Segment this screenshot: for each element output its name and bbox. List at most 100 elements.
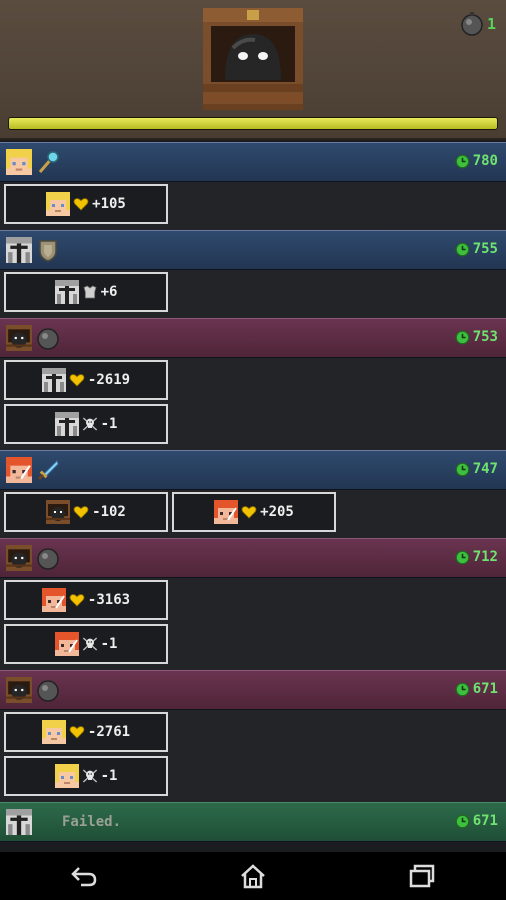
enemy-header: 1 (0, 0, 506, 140)
effect-box[interactable]: +105 (4, 184, 168, 224)
clock-icon (455, 330, 470, 345)
clock-icon (455, 242, 470, 257)
redhead-hero-icon (214, 500, 239, 524)
score-value: 712 (472, 549, 498, 565)
bomb-icon (36, 546, 60, 570)
turn-row-hero[interactable]: 780 (0, 142, 506, 182)
clock-icon (455, 814, 470, 829)
clock-icon (455, 154, 470, 169)
turn-row-hero[interactable]: 747 (0, 450, 506, 490)
turn-score: 712 (455, 549, 498, 565)
effect-strip: +6 (0, 270, 506, 318)
bomb-count: 1 (486, 15, 496, 33)
bomb-icon (36, 326, 60, 350)
knight-icon (54, 412, 79, 436)
blonde-hero-icon (54, 764, 79, 788)
turn-actor (6, 457, 60, 483)
turn-row-fail[interactable]: Failed. 671 (0, 802, 506, 842)
effect-box[interactable]: -1 (4, 624, 168, 664)
back-button[interactable] (64, 860, 104, 892)
effect-box[interactable]: -1 (4, 756, 168, 796)
effect-box[interactable]: -102 (4, 492, 168, 532)
knight-icon (41, 368, 66, 392)
effect-value: -102 (92, 504, 126, 520)
turn-actor (6, 325, 60, 351)
effect-value: -1 (100, 636, 118, 652)
effect-value: +6 (100, 284, 118, 300)
redhead-hero-icon (41, 588, 66, 612)
effect-box[interactable]: +205 (172, 492, 336, 532)
score-value: 755 (472, 241, 498, 257)
effect-box[interactable]: -1 (4, 404, 168, 444)
knight-icon (6, 809, 32, 835)
knight-icon (54, 280, 79, 304)
home-icon (241, 864, 265, 889)
back-icon (71, 867, 97, 887)
score-value: 671 (472, 813, 498, 829)
system-nav-bar (0, 852, 506, 900)
score-value: 780 (472, 153, 498, 169)
turn-actor (6, 149, 60, 175)
effect-value: +205 (260, 504, 294, 520)
turn-score: 747 (455, 461, 498, 477)
bomb-icon (461, 12, 483, 36)
heart-icon (73, 196, 89, 212)
effect-value: -1 (100, 768, 118, 784)
heart-icon (73, 504, 89, 520)
effect-box[interactable]: -2761 (4, 712, 168, 752)
home-button[interactable] (233, 860, 273, 892)
effect-value: -2619 (87, 372, 131, 388)
blonde-hero-icon (46, 192, 71, 216)
enemy-hp-fill (9, 118, 497, 129)
turn-row-enemy[interactable]: 753 (0, 318, 506, 358)
effect-box[interactable]: +6 (4, 272, 168, 312)
heart-icon (69, 372, 85, 388)
bomb-icon (36, 678, 60, 702)
turn-actor (6, 809, 32, 835)
blonde-hero-icon (6, 149, 32, 175)
clock-icon (455, 550, 470, 565)
score-value: 671 (472, 681, 498, 697)
score-value: 747 (472, 461, 498, 477)
redhead-hero-icon (6, 457, 32, 483)
effect-box[interactable]: -2619 (4, 360, 168, 400)
chest-monster-icon (6, 677, 32, 703)
turn-actor (6, 677, 60, 703)
heart-icon (241, 504, 257, 520)
clock-icon (455, 682, 470, 697)
effect-strip: -102 +205 (0, 490, 506, 538)
turn-row-hero[interactable]: 755 (0, 230, 506, 270)
chest-monster-portrait (203, 8, 303, 110)
skull-icon (82, 636, 98, 652)
recent-apps-button[interactable] (402, 860, 442, 892)
turn-row-enemy[interactable]: 671 (0, 670, 506, 710)
turn-actor (6, 237, 60, 263)
result-text: Failed. (62, 814, 122, 830)
turn-score: 671 (455, 681, 498, 697)
heart-icon (69, 592, 85, 608)
enemy-hp-bar (8, 117, 498, 130)
blonde-hero-icon (41, 720, 66, 744)
heart-icon (69, 724, 85, 740)
chest-monster-icon (6, 325, 32, 351)
turn-row-enemy[interactable]: 712 (0, 538, 506, 578)
effect-value: -1 (100, 416, 118, 432)
effect-strip: -2619 -1 (0, 358, 506, 450)
clock-icon (455, 462, 470, 477)
armor-icon (82, 284, 98, 300)
recent-apps-icon (409, 864, 434, 888)
score-value: 753 (472, 329, 498, 345)
turn-score: 671 (455, 813, 498, 829)
bomb-counter: 1 (461, 12, 496, 36)
magic-wand-icon (36, 150, 60, 174)
shield-icon (36, 238, 60, 262)
effect-value: -2761 (87, 724, 131, 740)
effect-strip: -2761 -1 (0, 710, 506, 802)
turn-score: 755 (455, 241, 498, 257)
effect-strip: +105 (0, 182, 506, 230)
effect-strip: -3163 -1 (0, 578, 506, 670)
effect-value: +105 (92, 196, 126, 212)
skull-icon (82, 768, 98, 784)
redhead-hero-icon (54, 632, 79, 656)
effect-box[interactable]: -3163 (4, 580, 168, 620)
